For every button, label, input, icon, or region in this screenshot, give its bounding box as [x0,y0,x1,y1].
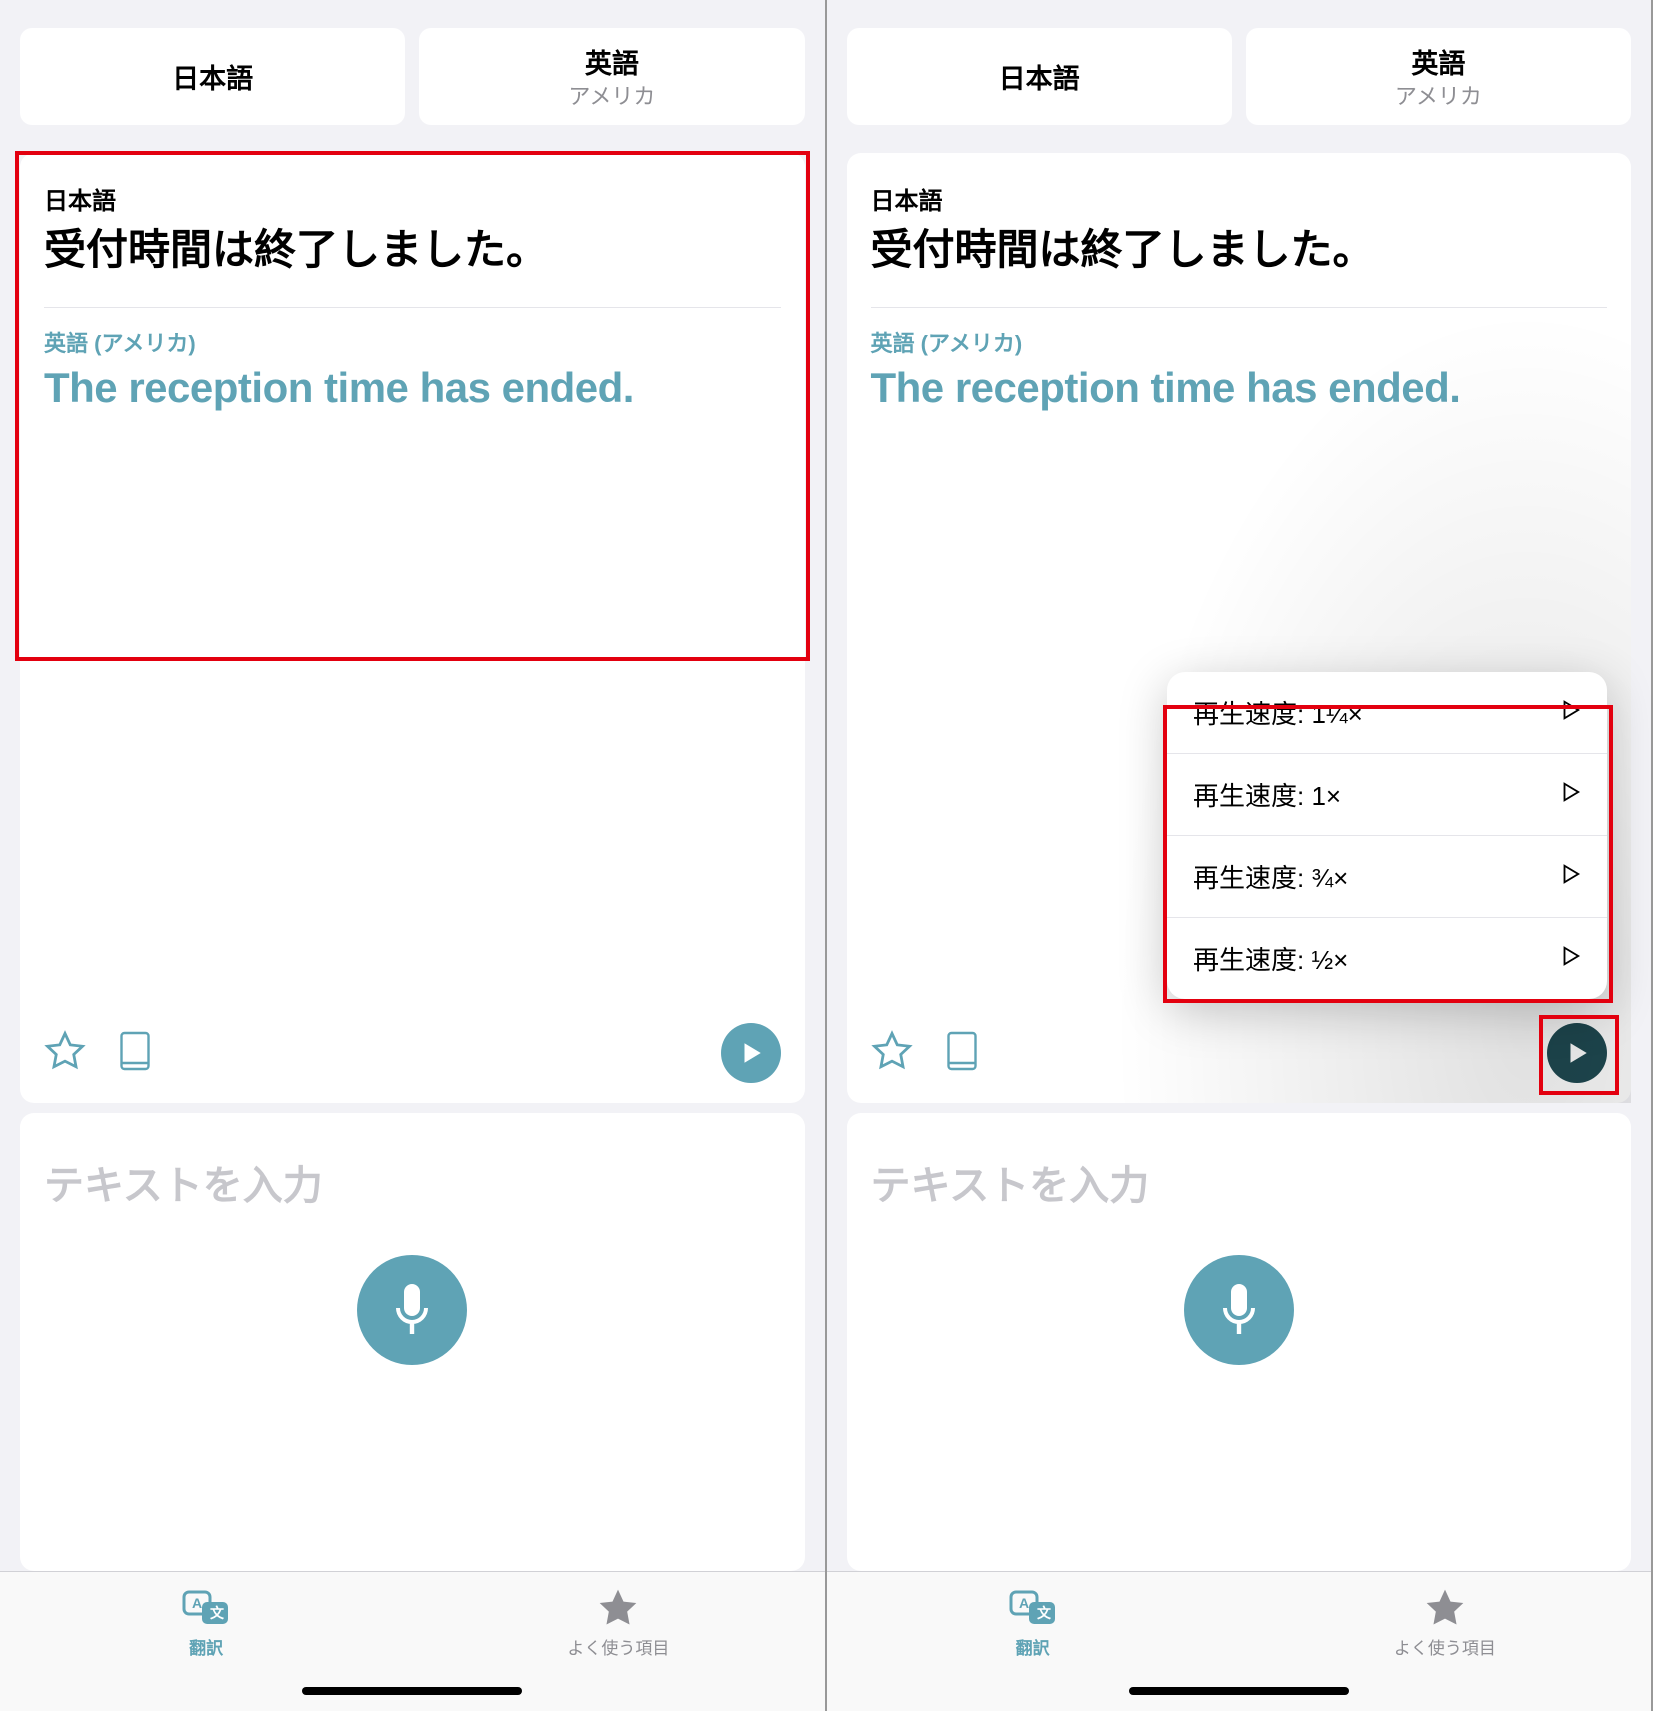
target-label: 英語 (アメリカ) [44,326,781,358]
target-text[interactable]: The reception time has ended. [871,364,1608,412]
translation-card: 日本語 受付時間は終了しました。 英語 (アメリカ) The reception… [847,153,1632,1103]
star-icon[interactable] [871,1030,913,1077]
tab-bar: A文 翻訳 よく使う項目 [827,1571,1652,1711]
tab-favorites-label: よく使う項目 [567,1634,669,1659]
speed-option-label: 再生速度: ¾× [1193,858,1348,895]
star-icon[interactable] [44,1030,86,1077]
card-footer [44,1023,781,1083]
source-language-pill[interactable]: 日本語 [847,28,1232,125]
input-placeholder: テキストを入力 [871,1153,1150,1211]
language-selector: 日本語 英語 アメリカ [0,0,825,141]
input-area[interactable]: テキストを入力 [20,1113,805,1571]
book-icon[interactable] [116,1030,154,1077]
target-language-sublabel: アメリカ [1395,79,1482,111]
target-language-pill[interactable]: 英語 アメリカ [1246,28,1631,125]
speed-option-label: 再生速度: 1× [1193,776,1341,813]
screen-left: 日本語 英語 アメリカ 日本語 受付時間は終了しました。 英語 (アメリカ) T… [0,0,827,1711]
speed-option-1.25x[interactable]: 再生速度: 1¼× [1167,672,1607,754]
translate-icon: A文 [180,1586,232,1630]
mic-button[interactable] [1184,1255,1294,1365]
input-placeholder: テキストを入力 [44,1153,323,1211]
play-outline-icon [1559,943,1581,974]
play-button[interactable] [1547,1023,1607,1083]
speed-option-1x[interactable]: 再生速度: 1× [1167,754,1607,836]
svg-text:文: 文 [1037,1605,1052,1621]
favorites-star-icon [596,1586,640,1630]
source-text[interactable]: 受付時間は終了しました。 [44,224,781,277]
speed-option-0.75x[interactable]: 再生速度: ¾× [1167,836,1607,918]
speed-option-label: 再生速度: ½× [1193,940,1348,977]
tab-favorites-label: よく使う項目 [1394,1634,1496,1659]
target-label: 英語 (アメリカ) [871,326,1608,358]
mic-button[interactable] [357,1255,467,1365]
language-selector: 日本語 英語 アメリカ [827,0,1652,141]
source-label: 日本語 [871,181,1608,216]
source-language-label: 日本語 [999,57,1080,96]
card-footer [871,1023,1608,1083]
tab-translate-label: 翻訳 [1016,1634,1050,1659]
source-language-pill[interactable]: 日本語 [20,28,405,125]
home-indicator[interactable] [302,1687,522,1695]
card-divider [871,307,1608,308]
translate-icon: A文 [1007,1586,1059,1630]
target-language-pill[interactable]: 英語 アメリカ [419,28,804,125]
play-outline-icon [1559,779,1581,810]
play-outline-icon [1559,861,1581,892]
target-language-label: 英語 [585,42,639,81]
source-language-label: 日本語 [172,57,253,96]
playback-speed-menu: 再生速度: 1¼× 再生速度: 1× 再生速度: ¾× 再生速度: ½× [1167,672,1607,999]
source-label: 日本語 [44,181,781,216]
svg-text:A: A [1019,1595,1029,1611]
tab-translate-label: 翻訳 [189,1634,223,1659]
svg-text:文: 文 [210,1605,225,1621]
card-divider [44,307,781,308]
speed-option-0.5x[interactable]: 再生速度: ½× [1167,918,1607,999]
target-language-label: 英語 [1411,42,1465,81]
play-outline-icon [1559,697,1581,728]
target-language-sublabel: アメリカ [568,79,655,111]
speed-option-label: 再生速度: 1¼× [1193,694,1363,731]
play-button[interactable] [721,1023,781,1083]
input-area[interactable]: テキストを入力 [847,1113,1632,1571]
book-icon[interactable] [943,1030,981,1077]
target-text[interactable]: The reception time has ended. [44,364,781,412]
favorites-star-icon [1423,1586,1467,1630]
home-indicator[interactable] [1129,1687,1349,1695]
screen-right: 日本語 英語 アメリカ 日本語 受付時間は終了しました。 英語 (アメリカ) T… [827,0,1653,1711]
tab-bar: A文 翻訳 よく使う項目 [0,1571,825,1711]
source-text[interactable]: 受付時間は終了しました。 [871,224,1608,277]
translation-card: 日本語 受付時間は終了しました。 英語 (アメリカ) The reception… [20,153,805,1103]
svg-text:A: A [192,1595,202,1611]
